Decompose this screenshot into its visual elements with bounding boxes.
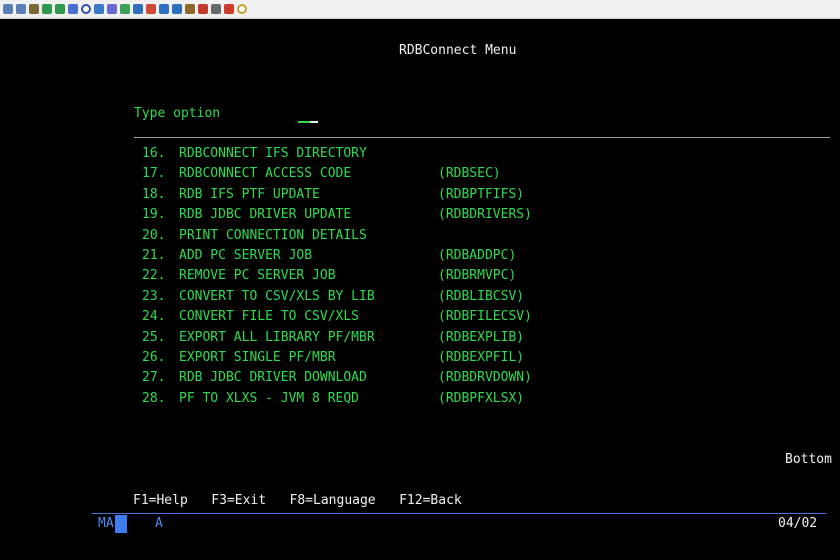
menu-item-description: RDB JDBC DRIVER UPDATE <box>179 207 352 223</box>
menu-item-command: (RDBDRIVERS) <box>438 207 532 223</box>
cursor-position: 04/02 <box>778 516 818 531</box>
emulator-toolbar <box>0 0 840 19</box>
menu-item-number: 17. <box>142 166 166 182</box>
menu-item-command: (RDBDRVDOWN) <box>438 370 532 386</box>
menu-item-number: 18. <box>142 186 166 202</box>
function-keys[interactable]: F1=Help F3=Exit F8=Language F12=Back <box>133 493 462 509</box>
status-separator <box>92 513 826 514</box>
menu-item-description: ADD PC SERVER JOB <box>179 248 313 263</box>
menu-item-description: PRINT CONNECTION DETAILS <box>179 227 367 243</box>
status-cursor-block <box>115 515 127 533</box>
menu-item-number: 16. <box>142 146 166 161</box>
menu-item-command: (RDBRMVPC) <box>438 268 517 284</box>
print-icon[interactable] <box>107 4 117 14</box>
menu-item-command: (RDBSEC) <box>438 166 501 182</box>
play-icon[interactable] <box>224 4 234 14</box>
separator-line <box>134 137 830 138</box>
menu-item-description: CONVERT TO CSV/XLS BY LIB <box>179 288 375 304</box>
menu-item-number: 19. <box>142 207 166 223</box>
menu-item-number: 26. <box>142 350 166 365</box>
send-icon[interactable] <box>120 4 130 14</box>
menu-item-description: REMOVE PC SERVER JOB <box>179 268 336 284</box>
menu-item-command: (RDBEXPFIL) <box>438 350 525 365</box>
menu-item-number: 24. <box>142 309 166 325</box>
menu-item-description: RDB JDBC DRIVER DOWNLOAD <box>179 370 367 386</box>
menu-item-command: (RDBFILECSV) <box>438 309 532 325</box>
terminal-screen[interactable]: RDBConnect Menu Type option 16. RDBCONNEC… <box>14 20 840 560</box>
copy-icon[interactable] <box>3 4 13 14</box>
menu-item-command: (RDBADDPC) <box>438 248 517 263</box>
menu-item-number: 25. <box>142 329 166 345</box>
save-icon[interactable] <box>68 4 78 14</box>
screen-title: RDBConnect Menu <box>399 43 517 58</box>
menu-item-description: PF TO XLXS - JVM 8 REQD <box>179 390 360 406</box>
text-cursor <box>310 121 318 123</box>
more-indicator: Bottom <box>785 452 832 467</box>
menu-item-description: CONVERT FILE TO CSV/XLS <box>179 309 360 325</box>
menu-item-description: RDBCONNECT IFS DIRECTORY <box>179 146 367 161</box>
paste-icon[interactable] <box>16 4 26 14</box>
menu-item-description: EXPORT ALL LIBRARY PF/MBR <box>179 329 375 345</box>
status-indicator: A <box>155 516 163 531</box>
menu-item-number: 23. <box>142 288 166 304</box>
menu-item-description: RDBCONNECT ACCESS CODE <box>179 166 352 182</box>
stop-icon[interactable] <box>211 4 221 14</box>
menu-item-number: 22. <box>142 268 166 284</box>
menu-item-number: 28. <box>142 390 166 406</box>
menu-item-command: (RDBLIBCSV) <box>438 288 525 304</box>
menu-item-command: (RDBEXPLIB) <box>438 329 525 345</box>
menu-item-number: 20. <box>142 227 166 243</box>
receive-icon[interactable] <box>133 4 143 14</box>
run-icon[interactable] <box>198 4 208 14</box>
menu-item-command: (RDBPFXLSX) <box>438 390 525 406</box>
macro-icon[interactable] <box>172 4 182 14</box>
type-option-label: Type option <box>134 106 221 121</box>
paste-special-icon[interactable] <box>29 4 39 14</box>
status-mode: MA <box>98 516 114 531</box>
tools-icon[interactable] <box>185 4 195 14</box>
record-icon[interactable] <box>81 4 91 14</box>
keyboard-icon[interactable] <box>146 4 156 14</box>
download-icon[interactable] <box>55 4 65 14</box>
menu-item-number: 27. <box>142 370 166 386</box>
menu-item-command: (RDBPTFIFS) <box>438 186 525 202</box>
menu-item-description: RDB IFS PTF UPDATE <box>179 186 320 202</box>
menu-item-description: EXPORT SINGLE PF/MBR <box>179 350 336 365</box>
hotspots-icon[interactable] <box>159 4 169 14</box>
screen-icon[interactable] <box>94 4 104 14</box>
menu-item-number: 21. <box>142 248 166 263</box>
help-icon[interactable] <box>237 4 247 14</box>
upload-icon[interactable] <box>42 4 52 14</box>
